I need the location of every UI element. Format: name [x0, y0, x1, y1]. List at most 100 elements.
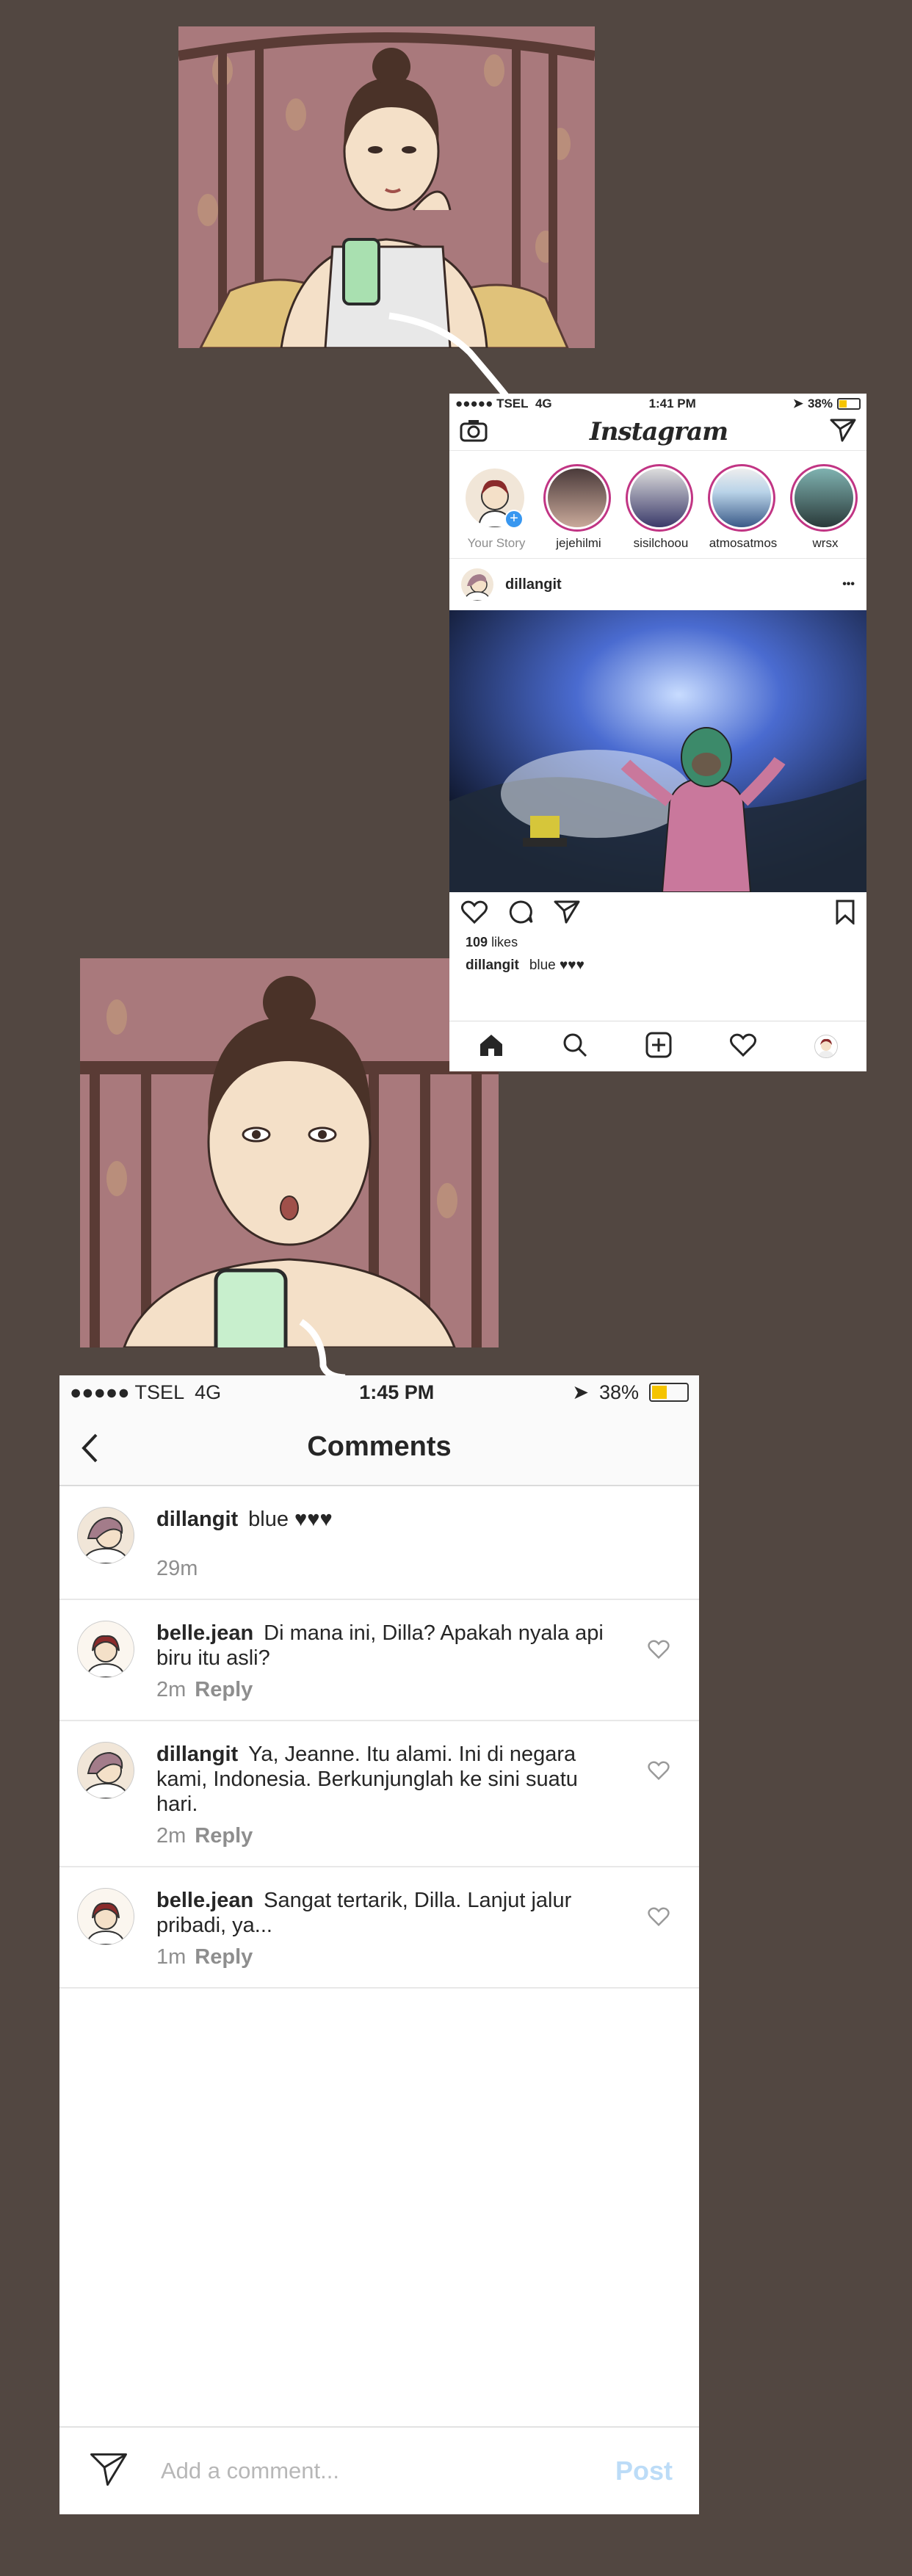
network-label: 4G	[535, 396, 552, 410]
camera-icon[interactable]	[460, 419, 488, 446]
paper-plane-icon[interactable]	[830, 418, 856, 446]
status-bar: ●●●●● TSEL 4G 1:41 PM ➤ 38%	[449, 394, 866, 413]
likes-number: 109	[466, 935, 488, 949]
location-arrow-icon: ➤	[792, 396, 803, 410]
post-button[interactable]: Post	[615, 2456, 673, 2486]
bookmark-icon[interactable]	[836, 900, 855, 928]
battery-icon	[837, 397, 861, 410]
story-thumbnail	[712, 468, 771, 527]
comment-meta: 29m	[156, 1557, 681, 1581]
comment-meta: 1m Reply	[156, 1945, 681, 1969]
story-wrsx[interactable]: wrsx	[790, 464, 861, 551]
comment-username[interactable]: belle.jean	[156, 1621, 253, 1645]
instagram-feed-screen: ●●●●● TSEL 4G 1:41 PM ➤ 38% Instagram + Y…	[449, 394, 866, 1071]
caption-text: blue ♥♥♥	[529, 958, 585, 973]
illustration-woman-bed	[178, 26, 595, 348]
heart-icon[interactable]	[729, 1033, 756, 1060]
reply-button[interactable]: Reply	[195, 1678, 253, 1701]
avatar[interactable]	[77, 1507, 134, 1564]
comment-time: 2m	[156, 1678, 187, 1701]
search-icon[interactable]	[562, 1032, 587, 1061]
back-chevron-icon[interactable]	[80, 1433, 99, 1467]
story-label: jejehilmi	[556, 536, 601, 550]
story-label: Your Story	[467, 536, 526, 550]
comments-header: Comments	[59, 1409, 699, 1486]
avatar[interactable]	[77, 1621, 134, 1678]
illustration-woman-closeup	[80, 958, 499, 1347]
comment-text: belle.jean Sangat tertarik, Dilla. Lanjut…	[156, 1888, 681, 1938]
comment-meta: 2m Reply	[156, 1824, 681, 1848]
post-caption: dillangit blue ♥♥♥	[449, 950, 866, 974]
instagram-logo[interactable]: Instagram	[590, 417, 728, 446]
battery-percent: 38%	[807, 396, 833, 410]
carrier-label: ●●●●● TSEL	[70, 1381, 185, 1403]
share-paper-plane-icon[interactable]	[554, 900, 580, 928]
more-options-icon[interactable]: •••	[842, 578, 855, 591]
status-bar: ●●●●● TSEL 4G 1:45 PM ➤ 38%	[59, 1375, 699, 1409]
carrier-label: ●●●●● TSEL	[455, 396, 529, 410]
reply-button[interactable]: Reply	[195, 1824, 253, 1848]
illustration-panel-middle	[80, 958, 499, 1347]
profile-icon[interactable]	[814, 1035, 838, 1058]
story-label: wrsx	[812, 536, 839, 550]
comment-body: blue ♥♥♥	[248, 1508, 333, 1531]
comment-text: dillangit Ya, Jeanne. Itu alami. Ini di n…	[156, 1742, 681, 1817]
reply-button[interactable]: Reply	[195, 1945, 253, 1969]
story-ring	[708, 464, 775, 532]
network-label: 4G	[195, 1381, 222, 1403]
comment-username[interactable]: dillangit	[156, 1508, 238, 1531]
story-your-story[interactable]: + Your Story	[461, 464, 532, 551]
post-header: dillangit •••	[449, 559, 866, 610]
comment-meta: 2m Reply	[156, 1678, 681, 1702]
status-time: 1:41 PM	[648, 396, 696, 410]
comment-username[interactable]: belle.jean	[156, 1889, 253, 1912]
battery-icon	[649, 1383, 689, 1402]
story-ring	[543, 464, 611, 532]
post-actions	[449, 892, 866, 935]
story-atmosatmos[interactable]: atmosatmos	[708, 464, 778, 551]
comment-time: 29m	[156, 1557, 198, 1580]
comment-composer: Add a comment... Post	[59, 2426, 699, 2514]
comment-text: belle.jean Di mana ini, Dilla? Apakah nya…	[156, 1621, 681, 1671]
avatar[interactable]	[461, 568, 493, 601]
status-time: 1:45 PM	[359, 1381, 435, 1403]
comment-row: dillangit Ya, Jeanne. Itu alami. Ini di n…	[59, 1721, 699, 1867]
story-ring	[626, 464, 693, 532]
comment-like-heart-icon[interactable]	[648, 1761, 670, 1784]
comment-time: 1m	[156, 1945, 187, 1969]
instagram-comments-screen: ●●●●● TSEL 4G 1:45 PM ➤ 38% Comments dilla…	[59, 1375, 699, 2514]
home-icon[interactable]	[478, 1032, 504, 1061]
comment-text: dillangit blue ♥♥♥	[156, 1507, 681, 1532]
post-photo[interactable]	[449, 610, 866, 893]
page-title: Comments	[307, 1431, 452, 1462]
stories-tray[interactable]: + Your Story jejehilmi sisilchoou atmosa…	[449, 451, 866, 559]
paper-plane-icon[interactable]	[87, 2451, 130, 2492]
caption-comment: dillangit blue ♥♥♥ 29m	[59, 1486, 699, 1600]
bottom-tab-bar	[449, 1021, 866, 1071]
comment-bubble-icon[interactable]	[508, 900, 533, 928]
story-ring	[790, 464, 858, 532]
story-label: sisilchoou	[633, 536, 689, 550]
post-photo-illustration	[449, 610, 866, 893]
likes-word: likes	[491, 935, 518, 949]
add-post-icon[interactable]	[645, 1032, 672, 1062]
feed-header: Instagram	[449, 413, 866, 451]
avatar[interactable]	[77, 1888, 134, 1945]
avatar[interactable]	[77, 1742, 134, 1799]
caption-username[interactable]: dillangit	[466, 958, 519, 973]
comment-input[interactable]: Add a comment...	[161, 2458, 615, 2484]
like-heart-icon[interactable]	[460, 900, 488, 927]
likes-count[interactable]: 109 likes	[449, 935, 866, 950]
story-label: atmosatmos	[709, 536, 778, 550]
add-story-icon[interactable]: +	[504, 510, 524, 529]
comment-like-heart-icon[interactable]	[648, 1640, 670, 1663]
comment-row: belle.jean Di mana ini, Dilla? Apakah nya…	[59, 1600, 699, 1721]
story-jejehilmi[interactable]: jejehilmi	[543, 464, 614, 551]
comment-like-heart-icon[interactable]	[648, 1907, 670, 1930]
comment-time: 2m	[156, 1824, 187, 1848]
comment-username[interactable]: dillangit	[156, 1743, 238, 1766]
story-thumbnail	[548, 468, 607, 527]
post-username[interactable]: dillangit	[505, 576, 842, 593]
story-sisilchoou[interactable]: sisilchoou	[626, 464, 696, 551]
story-thumbnail	[795, 468, 853, 527]
